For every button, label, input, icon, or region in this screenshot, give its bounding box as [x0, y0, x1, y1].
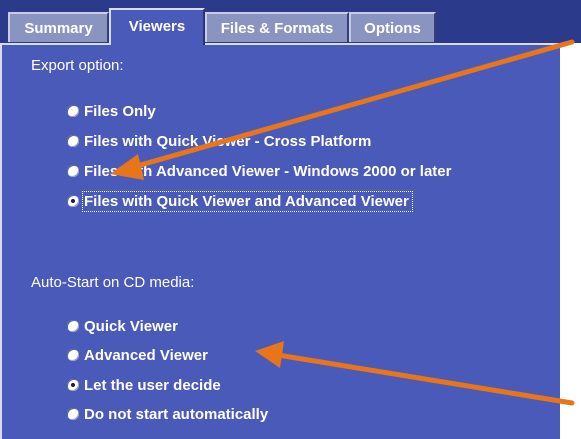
autostart-quick-viewer-label: Quick Viewer [84, 317, 178, 335]
radio-button-icon [67, 105, 79, 117]
export-advanced-viewer-label: Files with Advanced Viewer - Windows 200… [84, 162, 452, 180]
autostart-quick-viewer-radio[interactable]: Quick Viewer [67, 316, 178, 336]
tab-strip: Summary Viewers Files & Formats Options [0, 0, 581, 45]
radio-button-icon [67, 408, 79, 420]
export-both-viewers-radio[interactable]: Files with Quick Viewer and Advanced Vie… [67, 190, 413, 212]
tab-summary[interactable]: Summary [8, 12, 109, 42]
export-quick-viewer-radio[interactable]: Files with Quick Viewer - Cross Platform [67, 131, 371, 151]
autostart-do-not-start-radio[interactable]: Do not start automatically [67, 404, 268, 424]
panel-edge [560, 43, 581, 439]
radio-button-icon [67, 320, 79, 332]
autostart-let-user-decide-radio[interactable]: Let the user decide [67, 375, 221, 395]
autostart-advanced-viewer-radio[interactable]: Advanced Viewer [67, 345, 208, 365]
export-both-viewers-label: Files with Quick Viewer and Advanced Vie… [82, 190, 413, 212]
export-quick-viewer-label: Files with Quick Viewer - Cross Platform [84, 132, 372, 150]
export-files-only-label: Files Only [84, 102, 156, 120]
radio-button-icon [67, 165, 79, 177]
export-files-only-radio[interactable]: Files Only [67, 101, 156, 121]
radio-button-icon [67, 135, 79, 147]
autostart-do-not-start-label: Do not start automatically [84, 405, 269, 423]
autostart-let-user-decide-label: Let the user decide [84, 376, 221, 394]
radio-button-icon [67, 349, 79, 361]
radio-button-checked-icon [67, 379, 79, 391]
autostart-heading: Auto-Start on CD media: [31, 274, 195, 291]
tab-viewers[interactable]: Viewers [109, 8, 205, 45]
export-advanced-viewer-radio[interactable]: Files with Advanced Viewer - Windows 200… [67, 161, 451, 181]
autostart-advanced-viewer-label: Advanced Viewer [84, 346, 208, 364]
radio-button-checked-icon [67, 195, 79, 207]
tab-files-formats[interactable]: Files & Formats [205, 12, 349, 42]
export-option-heading: Export option: [31, 57, 124, 74]
tab-options[interactable]: Options [349, 12, 436, 42]
